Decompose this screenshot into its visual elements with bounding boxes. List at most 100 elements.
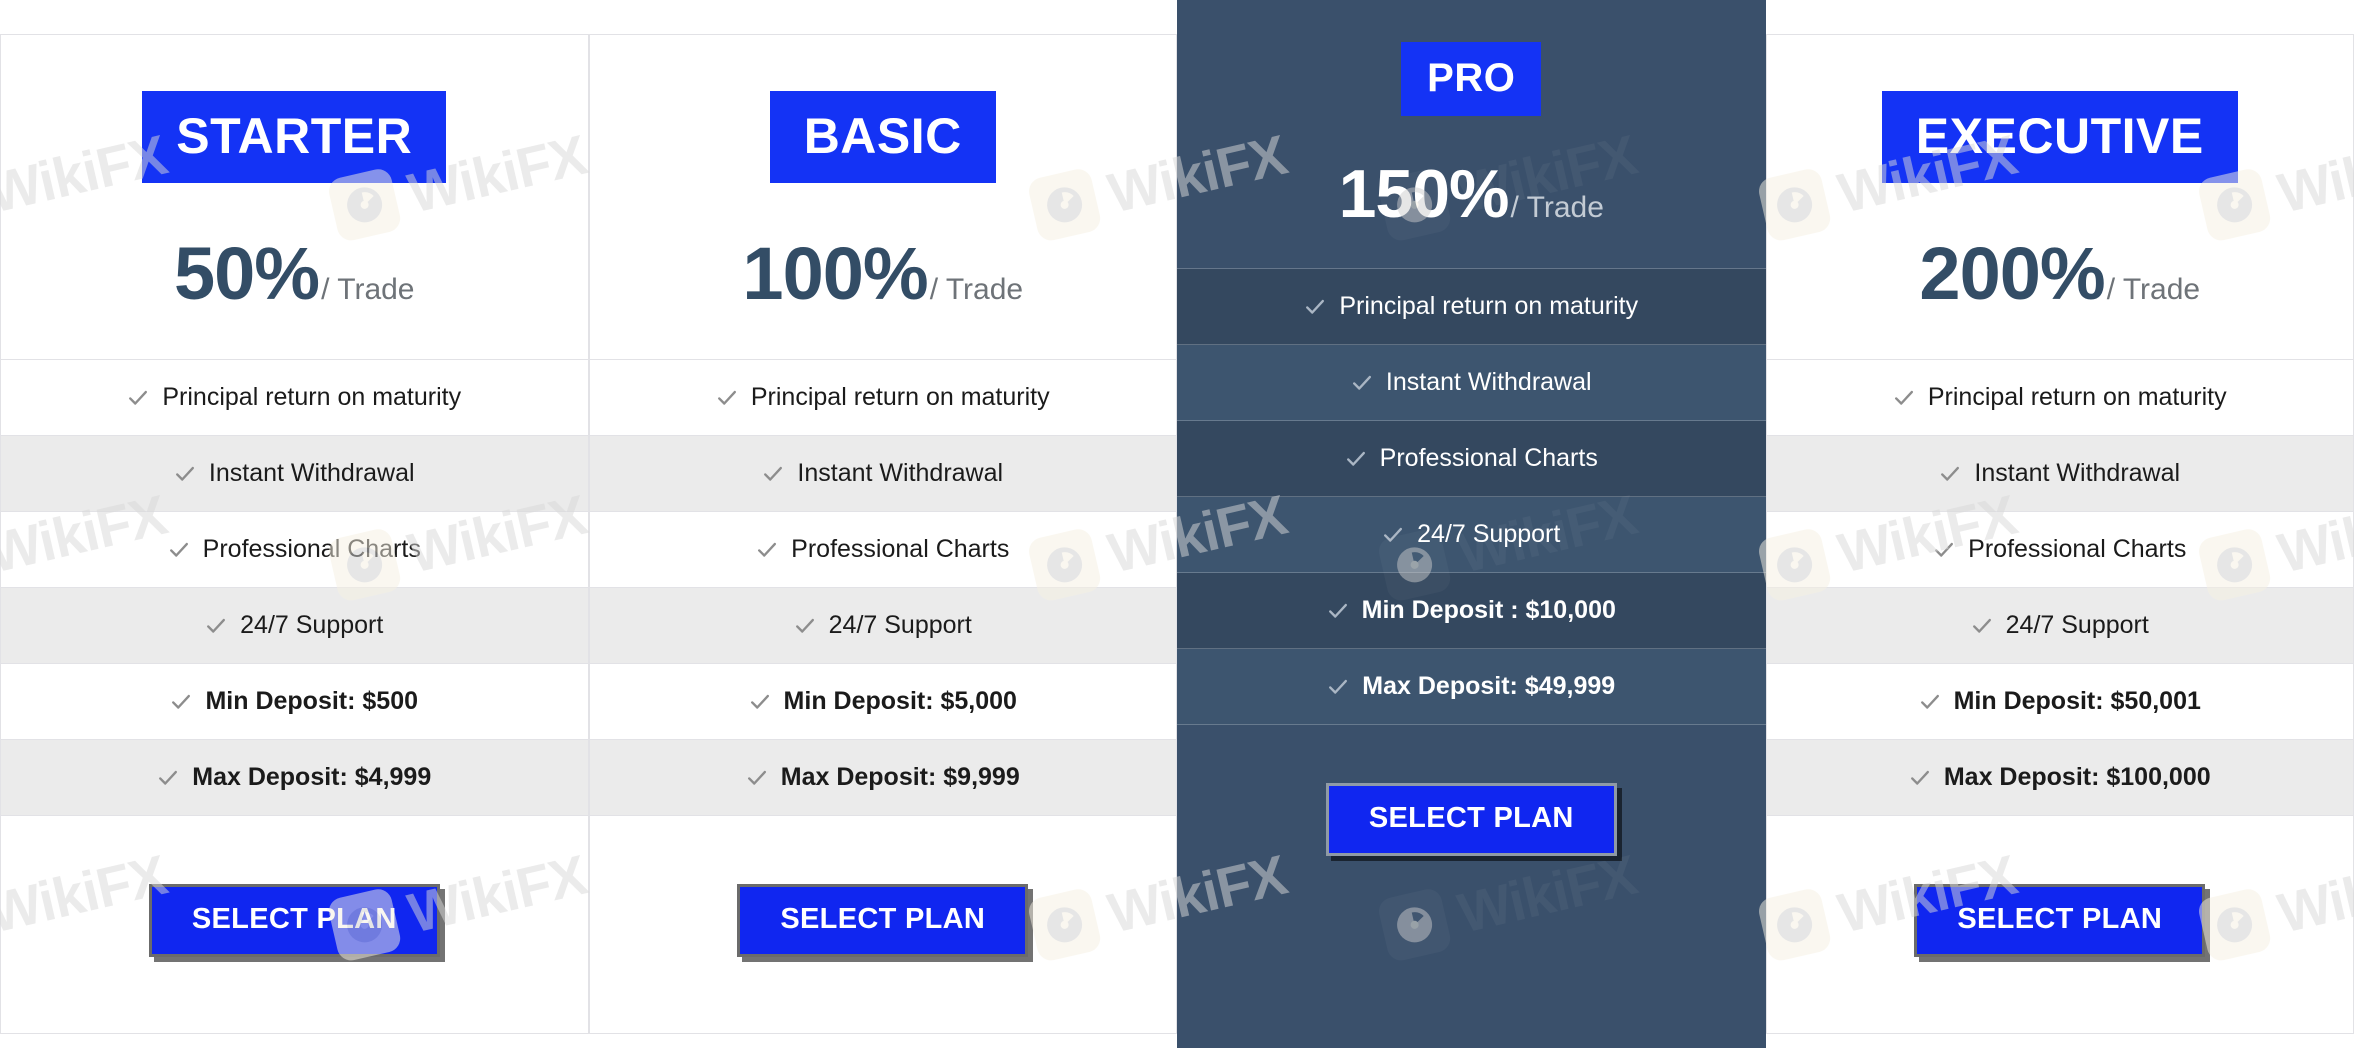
plan-header: STARTER 50% / Trade bbox=[1, 35, 588, 359]
plan-footer: SELECT PLAN bbox=[1177, 725, 1766, 1048]
plan-feature-row: Principal return on maturity bbox=[1, 360, 588, 436]
plan-feature-label: Instant Withdrawal bbox=[797, 459, 1004, 487]
plan-feature-list: Principal return on maturity Instant With… bbox=[589, 359, 1176, 816]
plan-feature-label: Professional Charts bbox=[791, 535, 1010, 563]
plan-feature-label: Max Deposit: $4,999 bbox=[192, 763, 432, 791]
check-icon bbox=[756, 539, 778, 561]
plan-feature-label: Instant Withdrawal bbox=[1974, 459, 2181, 487]
plan-feature-row: Professional Charts bbox=[1, 512, 588, 588]
plan-feature-list: Principal return on maturity Instant With… bbox=[1766, 359, 2353, 816]
plan-feature-list: Principal return on maturity Instant With… bbox=[1, 359, 588, 816]
plan-price: 50% bbox=[174, 232, 320, 315]
check-icon bbox=[749, 691, 771, 713]
plan-feature-label: Professional Charts bbox=[1968, 535, 2187, 563]
check-icon bbox=[1382, 524, 1404, 546]
plan-feature-row: Min Deposit: $5,000 bbox=[589, 664, 1176, 740]
check-icon bbox=[1893, 387, 1915, 409]
check-icon bbox=[1351, 372, 1373, 394]
plan-feature-row: Professional Charts bbox=[1177, 421, 1766, 497]
plan-price-unit: / Trade bbox=[2106, 273, 2201, 306]
plan-feature-label: Principal return on maturity bbox=[162, 383, 462, 411]
plan-footer: SELECT PLAN bbox=[590, 816, 1177, 1033]
plan-feature-row: Professional Charts bbox=[1766, 512, 2353, 588]
plan-feature-label: Principal return on maturity bbox=[1927, 383, 2227, 411]
plan-feature-label: 24/7 Support bbox=[240, 611, 384, 639]
plan-feature-label: Max Deposit: $9,999 bbox=[780, 763, 1020, 791]
check-icon bbox=[157, 767, 179, 789]
check-icon bbox=[1345, 448, 1367, 470]
check-icon bbox=[168, 539, 190, 561]
plan-price-unit: / Trade bbox=[321, 273, 415, 306]
plan-feature-row: Professional Charts bbox=[589, 512, 1176, 588]
plan-feature-row: Max Deposit: $49,999 bbox=[1177, 649, 1766, 725]
plan-feature-label: Min Deposit: $5,000 bbox=[783, 687, 1017, 715]
plan-header: EXECUTIVE 200% / Trade bbox=[1767, 35, 2354, 359]
plan-feature-label: Min Deposit: $500 bbox=[205, 687, 419, 715]
select-plan-button[interactable]: SELECT PLAN bbox=[1914, 884, 2206, 957]
plan-footer: SELECT PLAN bbox=[1767, 816, 2354, 1033]
plan-card-starter: STARTER 50% / Trade Principal return on mat… bbox=[0, 34, 589, 1034]
plan-price-row: 100% / Trade bbox=[590, 237, 1177, 311]
plan-feature-row: Principal return on maturity bbox=[1177, 269, 1766, 345]
plan-feature-label: Min Deposit: $50,001 bbox=[1953, 687, 2201, 715]
plan-price-row: 50% / Trade bbox=[1, 237, 588, 311]
check-icon bbox=[716, 387, 738, 409]
plan-feature-label: Principal return on maturity bbox=[1339, 292, 1639, 320]
plan-feature-row: Principal return on maturity bbox=[589, 360, 1176, 436]
plan-name-badge: PRO bbox=[1401, 42, 1542, 116]
plan-name-badge: STARTER bbox=[142, 91, 447, 183]
plan-feature-row: Max Deposit: $100,000 bbox=[1766, 740, 2353, 816]
plan-feature-label: 24/7 Support bbox=[2005, 611, 2149, 639]
select-plan-button[interactable]: SELECT PLAN bbox=[737, 884, 1029, 957]
pricing-column: EXECUTIVE 200% / Trade Principal return on … bbox=[1765, 0, 2354, 1034]
check-icon bbox=[170, 691, 192, 713]
plan-price: 200% bbox=[1919, 232, 2105, 315]
check-icon bbox=[794, 615, 816, 637]
plan-feature-label: Professional Charts bbox=[202, 535, 421, 563]
pricing-table: STARTER 50% / Trade Principal return on mat… bbox=[0, 0, 2354, 1048]
plan-feature-row: Principal return on maturity bbox=[1766, 360, 2353, 436]
pricing-column: PRO 150% / Trade Principal return on maturi… bbox=[1177, 0, 1766, 1048]
plan-feature-row: Min Deposit: $50,001 bbox=[1766, 664, 2353, 740]
select-plan-button[interactable]: SELECT PLAN bbox=[148, 884, 440, 957]
plan-price-unit: / Trade bbox=[1510, 191, 1604, 224]
check-icon bbox=[746, 767, 768, 789]
check-icon bbox=[1327, 600, 1349, 622]
plan-feature-label: 24/7 Support bbox=[828, 611, 972, 639]
plan-feature-row: 24/7 Support bbox=[1177, 497, 1766, 573]
plan-feature-label: Instant Withdrawal bbox=[208, 459, 415, 487]
plan-feature-label: Principal return on maturity bbox=[750, 383, 1050, 411]
pricing-column: BASIC 100% / Trade Principal return on matu… bbox=[588, 0, 1177, 1034]
plan-price-unit: / Trade bbox=[929, 273, 1024, 306]
plan-feature-row: 24/7 Support bbox=[1766, 588, 2353, 664]
check-icon bbox=[1933, 539, 1955, 561]
plan-feature-label: Max Deposit: $49,999 bbox=[1362, 672, 1616, 700]
plan-feature-row: Instant Withdrawal bbox=[1, 436, 588, 512]
plan-card-executive: EXECUTIVE 200% / Trade Principal return on … bbox=[1765, 34, 2354, 1034]
plan-footer: SELECT PLAN bbox=[1, 816, 588, 1033]
plan-card-basic: BASIC 100% / Trade Principal return on matu… bbox=[588, 34, 1177, 1034]
check-icon bbox=[1919, 691, 1941, 713]
check-icon bbox=[174, 463, 196, 485]
plan-feature-row: 24/7 Support bbox=[1, 588, 588, 664]
select-plan-button[interactable]: SELECT PLAN bbox=[1325, 783, 1617, 856]
plan-feature-row: 24/7 Support bbox=[589, 588, 1176, 664]
check-icon bbox=[205, 615, 227, 637]
plan-feature-row: Instant Withdrawal bbox=[1766, 436, 2353, 512]
plan-card-pro: PRO 150% / Trade Principal return on maturi… bbox=[1177, 0, 1766, 1048]
plan-header: PRO 150% / Trade bbox=[1177, 0, 1766, 268]
plan-feature-label: Professional Charts bbox=[1379, 444, 1598, 472]
plan-feature-row: Instant Withdrawal bbox=[589, 436, 1176, 512]
plan-price: 100% bbox=[742, 232, 928, 315]
plan-name-badge: EXECUTIVE bbox=[1881, 91, 2238, 183]
plan-name-badge: BASIC bbox=[769, 91, 996, 183]
plan-price: 150% bbox=[1338, 156, 1510, 232]
plan-feature-label: 24/7 Support bbox=[1417, 520, 1561, 548]
check-icon bbox=[1327, 676, 1349, 698]
plan-feature-label: Min Deposit : $10,000 bbox=[1361, 596, 1616, 624]
check-icon bbox=[127, 387, 149, 409]
check-icon bbox=[762, 463, 784, 485]
plan-feature-label: Max Deposit: $100,000 bbox=[1943, 763, 2211, 791]
pricing-column: STARTER 50% / Trade Principal return on mat… bbox=[0, 0, 589, 1034]
plan-feature-row: Instant Withdrawal bbox=[1177, 345, 1766, 421]
